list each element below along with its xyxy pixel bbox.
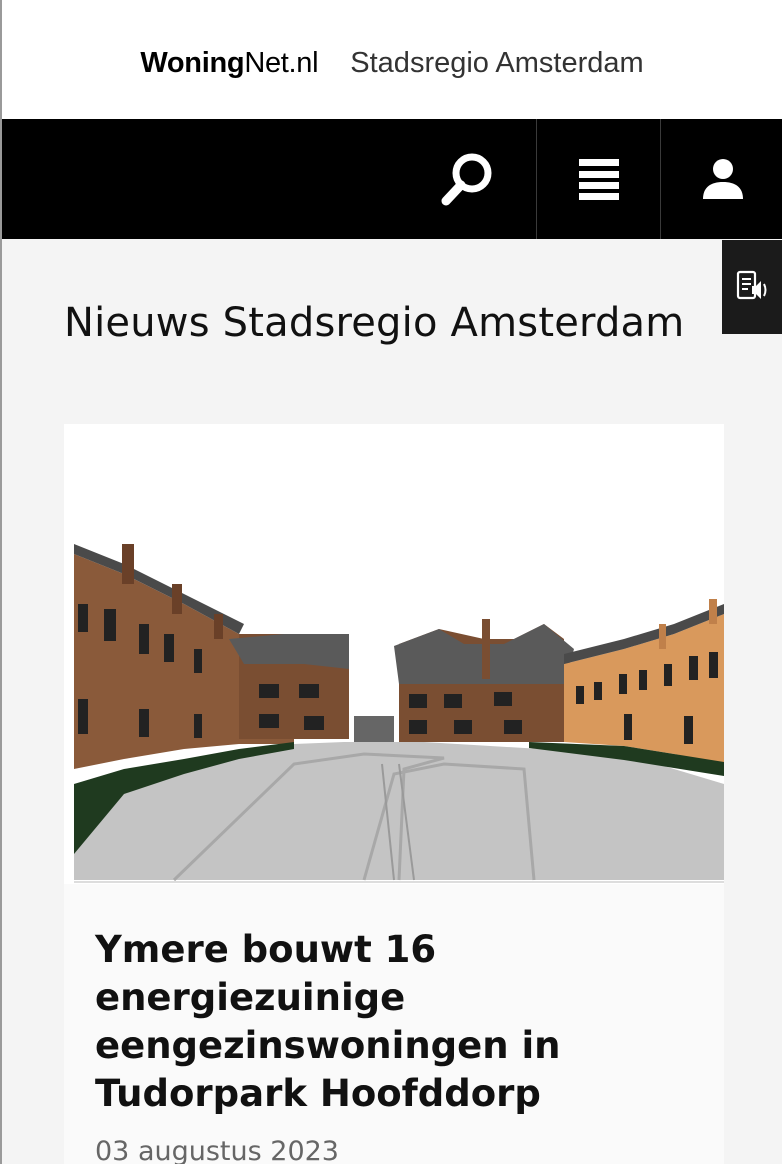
search-button[interactable] [402,119,535,239]
user-icon [703,159,743,199]
search-icon [441,153,491,206]
logo-bold-text: Woning [140,47,245,79]
news-title[interactable]: Ymere bouwt 16 energiezuinige eengezinsw… [95,926,595,1118]
news-card[interactable]: Ymere bouwt 16 energiezuinige eengezinsw… [64,424,724,1164]
news-card-body: Ymere bouwt 16 energiezuinige eengezinsw… [64,884,724,1164]
menu-icon [578,159,619,200]
region-name: Stadsregio Amsterdam [350,47,644,79]
logo-rest-text: Net.nl [244,47,319,79]
page-title: Nieuws Stadsregio Amsterdam [64,300,685,346]
logo-link[interactable]: WoningNet.nl [140,47,318,80]
page: WoningNet.nl Stadsregio Amsterdam Nieuws… [0,0,782,1164]
site-header: WoningNet.nl Stadsregio Amsterdam [2,0,782,119]
account-button[interactable] [660,119,782,239]
read-aloud-button[interactable] [722,240,782,334]
housing-street-illustration [64,424,724,884]
menu-button[interactable] [536,119,660,239]
news-image [64,424,724,884]
news-date: 03 augustus 2023 [95,1136,339,1164]
read-aloud-icon [736,270,767,300]
main-nav-bar [2,119,782,239]
